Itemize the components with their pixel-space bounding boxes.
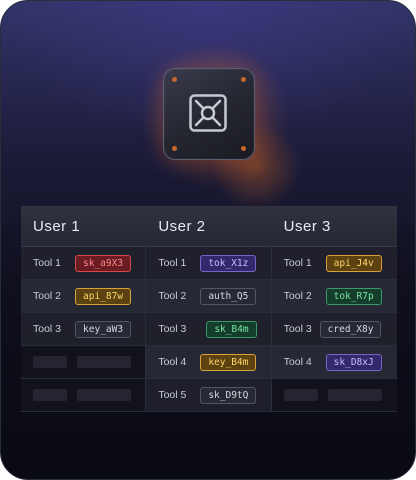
tool-row: Tool 4 key_B4m: [146, 346, 271, 379]
tool-row: Tool 3 key_aW3: [21, 313, 146, 346]
user-column: User 3 Tool 1 api_J4v Tool 2 tok_R7p Too…: [270, 206, 397, 412]
tool-row: Tool 2 tok_R7p: [271, 280, 397, 313]
placeholder-bar: [327, 389, 382, 401]
tool-label: Tool 3: [33, 323, 62, 335]
tool-label: Tool 3: [283, 323, 312, 335]
key-badge: tok_R7p: [325, 287, 382, 305]
tool-label: Tool 4: [283, 356, 312, 368]
user-header: User 2: [146, 206, 271, 247]
key-badge: auth_Q5: [200, 287, 257, 305]
empty-row: [21, 379, 146, 412]
key-badge: sk_D8xJ: [325, 353, 382, 371]
key-badge: tok_X1z: [200, 254, 257, 272]
tool-label: Tool 1: [158, 257, 187, 269]
vault-bolt: [172, 77, 177, 82]
vault-bolt: [172, 146, 177, 151]
tool-label: Tool 1: [33, 257, 62, 269]
tool-label: Tool 3: [158, 323, 187, 335]
tool-row: Tool 2 auth_Q5: [146, 280, 271, 313]
key-badge: sk_D9tQ: [200, 386, 257, 404]
placeholder-bar: [77, 389, 131, 401]
key-badge: sk_B4m: [206, 320, 257, 338]
tool-row: Tool 5 sk_D9tQ: [146, 379, 271, 412]
key-badge: cred_X8y: [319, 320, 382, 338]
key-badge: key_aW3: [75, 320, 132, 338]
credentials-grid: User 1 Tool 1 sk_a9X3 Tool 2 api_87w Too…: [21, 206, 397, 412]
user-header: User 3: [271, 206, 397, 247]
placeholder-bar: [77, 356, 131, 368]
vault-bolt: [241, 146, 246, 151]
tool-row: Tool 3 sk_B4m: [146, 313, 271, 346]
tool-label: Tool 2: [158, 290, 187, 302]
placeholder-bar: [33, 356, 67, 368]
key-badge: sk_a9X3: [75, 254, 132, 272]
vault-box: [163, 68, 255, 160]
user-column: User 1 Tool 1 sk_a9X3 Tool 2 api_87w Too…: [21, 206, 146, 412]
key-badge: api_J4v: [325, 254, 382, 272]
tool-row: Tool 3 cred_X8y: [271, 313, 397, 346]
user-header: User 1: [21, 206, 146, 247]
tool-label: Tool 1: [283, 257, 312, 269]
tool-row: Tool 4 sk_D8xJ: [271, 346, 397, 379]
tool-label: Tool 5: [158, 389, 187, 401]
vault-bolt: [241, 77, 246, 82]
tool-row: Tool 2 api_87w: [21, 280, 146, 313]
tool-row: Tool 1 api_J4v: [271, 247, 397, 280]
empty-row: [271, 379, 397, 412]
tool-label: Tool 2: [283, 290, 312, 302]
vault-card: User 1 Tool 1 sk_a9X3 Tool 2 api_87w Too…: [0, 0, 416, 480]
tool-label: Tool 4: [158, 356, 187, 368]
tool-row: Tool 1 tok_X1z: [146, 247, 271, 280]
tool-label: Tool 2: [33, 290, 62, 302]
key-badge: api_87w: [75, 287, 132, 305]
empty-row: [21, 346, 146, 379]
user-column: User 2 Tool 1 tok_X1z Tool 2 auth_Q5 Too…: [145, 206, 271, 412]
placeholder-bar: [33, 389, 67, 401]
vault-icon: [189, 94, 227, 132]
placeholder-bar: [283, 389, 318, 401]
tool-row: Tool 1 sk_a9X3: [21, 247, 146, 280]
key-badge: key_B4m: [200, 353, 257, 371]
